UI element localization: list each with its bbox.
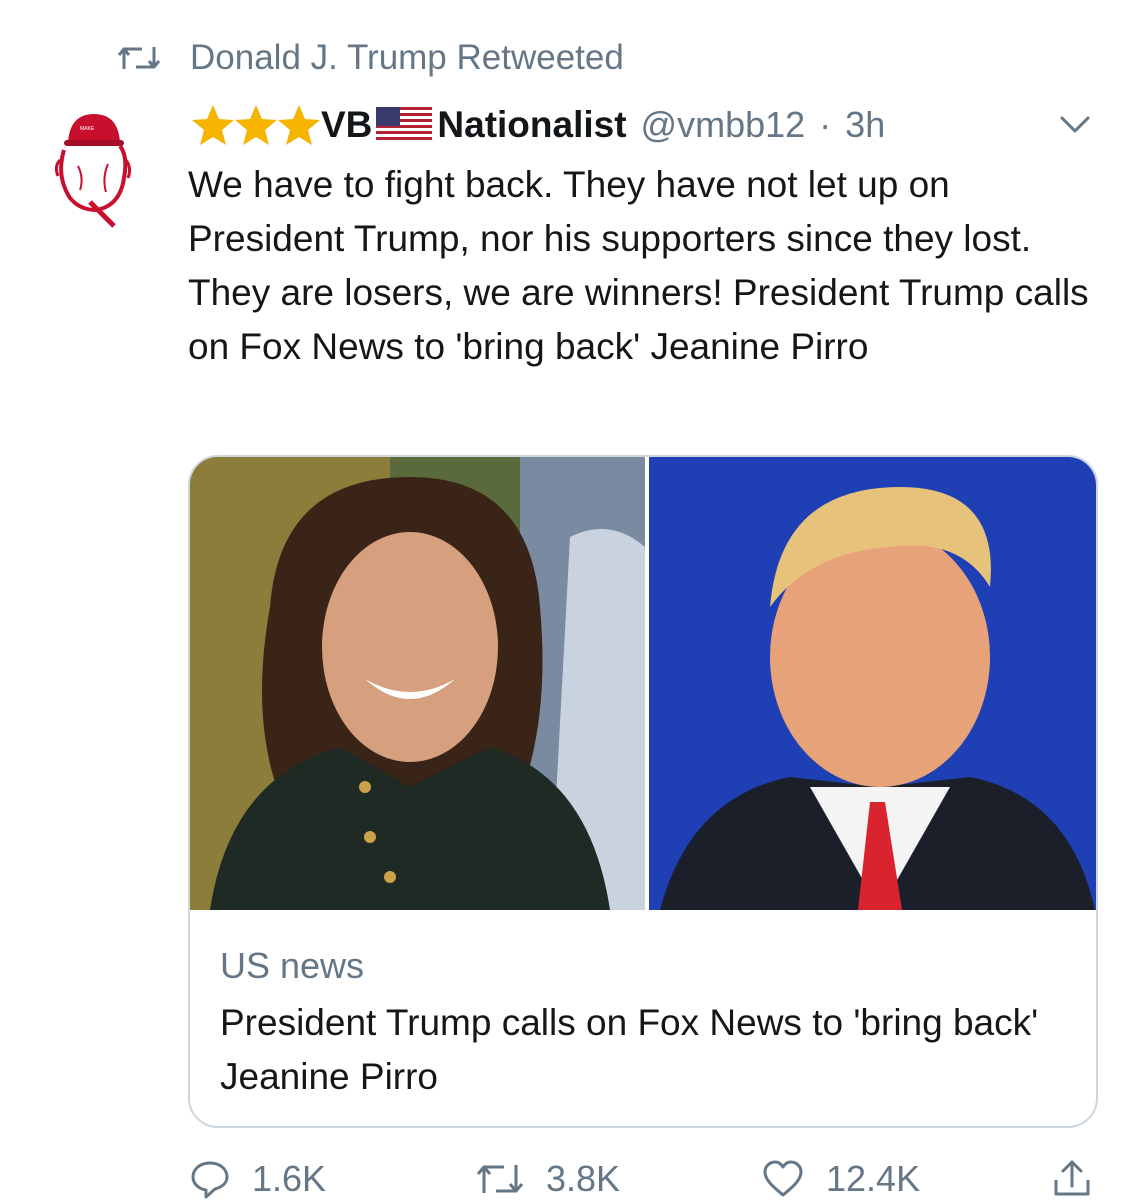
star-icon xyxy=(278,105,320,145)
reply-button[interactable]: 1.6K xyxy=(190,1158,326,1200)
name-emoji-stars xyxy=(190,103,320,147)
author-handle[interactable]: @vmbb12 xyxy=(641,104,806,146)
avatar-icon[interactable]: MAKE xyxy=(50,106,134,230)
heart-icon xyxy=(763,1160,803,1197)
retweet-context[interactable]: Donald J. Trump Retweeted xyxy=(118,36,624,80)
reply-count: 1.6K xyxy=(252,1158,327,1199)
share-button[interactable] xyxy=(1052,1158,1092,1198)
card-photo-right xyxy=(649,457,1096,910)
retweet-count: 3.8K xyxy=(546,1158,621,1199)
tweet-actions: 1.6K 3.8K 12.4K xyxy=(190,1158,1100,1201)
tweet-timestamp[interactable]: 3h xyxy=(845,104,885,146)
like-button[interactable]: 12.4K xyxy=(762,1158,920,1200)
retweet-icon xyxy=(118,47,160,69)
svg-text:MAKE: MAKE xyxy=(80,126,95,132)
card-title[interactable]: President Trump calls on Fox News to 'br… xyxy=(220,996,1080,1104)
header-separator: · xyxy=(819,104,832,145)
card-photo-left xyxy=(190,457,645,910)
retweet-context-text: Donald J. Trump Retweeted xyxy=(190,38,624,77)
chevron-down-icon[interactable] xyxy=(1058,112,1092,136)
card-source: US news xyxy=(220,945,365,986)
link-card[interactable]: US news President Trump calls on Fox New… xyxy=(188,455,1098,1128)
retweet-icon xyxy=(476,1165,524,1193)
retweet-button[interactable]: 3.8K xyxy=(476,1158,620,1200)
card-meta: US news President Trump calls on Fox New… xyxy=(220,942,1080,1104)
star-icon xyxy=(192,105,234,145)
display-name[interactable]: Nationalist xyxy=(437,104,626,146)
tweet-text: We have to fight back. They have not let… xyxy=(188,164,1089,367)
share-icon xyxy=(1054,1160,1090,1196)
card-image[interactable] xyxy=(190,457,1096,910)
display-name-prefix[interactable]: VB xyxy=(321,104,372,146)
tweet-header: VB Nationalist @vmbb12 · 3h xyxy=(190,100,1100,150)
like-count: 12.4K xyxy=(826,1158,921,1199)
star-icon xyxy=(235,105,277,145)
reply-icon xyxy=(191,1161,229,1199)
us-flag-icon xyxy=(376,107,433,143)
